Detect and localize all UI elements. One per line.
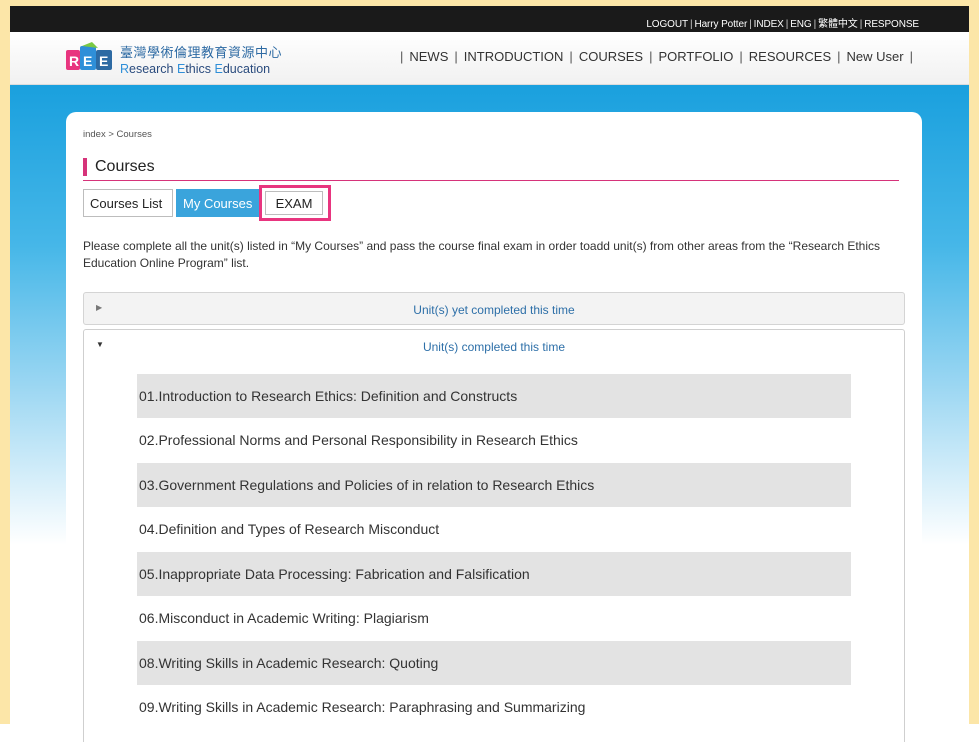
course-item[interactable]: 08.Writing Skills in Academic Research: … (137, 641, 851, 685)
course-item[interactable]: 02.Professional Norms and Personal Respo… (137, 418, 851, 462)
page-title-bar: Courses (83, 158, 899, 181)
svg-text:E: E (99, 53, 108, 69)
tab-courses-list[interactable]: Courses List (83, 189, 173, 217)
accordion-units-pending[interactable]: ▶ Unit(s) yet completed this time (83, 292, 905, 325)
nav-new-user[interactable]: New User (847, 49, 904, 64)
index-link[interactable]: INDEX (754, 19, 784, 30)
nav-resources[interactable]: RESOURCES (749, 49, 831, 64)
course-item[interactable]: 04.Definition and Types of Research Misc… (137, 507, 851, 551)
main-nav: | NEWS | INTRODUCTION | COURSES | PORTFOLIO | RES… (399, 49, 913, 64)
tab-exam[interactable]: EXAM (265, 191, 323, 215)
top-utility-bar: LOGOUT | Harry Potter | INDEX | ENG | 繁體中文 | RESPO… (10, 6, 969, 32)
chinese-link[interactable]: 繁體中文 (818, 19, 858, 30)
response-link[interactable]: RESPONSE (864, 19, 919, 30)
nav-portfolio[interactable]: PORTFOLIO (659, 49, 734, 64)
course-item[interactable]: 06.Misconduct in Academic Writing: Plagi… (137, 596, 851, 640)
accordion-units-completed[interactable]: ▼ Unit(s) completed this time (83, 329, 905, 363)
site-brand[interactable]: 臺灣學術倫理教育資源中心 Research Ethics Education (120, 42, 282, 76)
utility-links: LOGOUT | Harry Potter | INDEX | ENG | 繁體中文 | RESPO… (646, 19, 919, 30)
content-card: index > Courses Courses Courses List My … (66, 112, 922, 752)
course-item[interactable]: 03.Government Regulations and Policies o… (137, 463, 851, 507)
course-item[interactable]: 09.Writing Skills in Academic Research: … (137, 685, 851, 729)
ree-logo-icon[interactable]: R E E (66, 42, 114, 72)
nav-introduction[interactable]: INTRODUCTION (464, 49, 564, 64)
svg-text:R: R (69, 53, 79, 69)
completed-units-panel: 01.Introduction to Research Ethics: Defi… (83, 362, 905, 742)
breadcrumb[interactable]: index > Courses (83, 129, 152, 140)
window-frame-left (0, 0, 10, 724)
nav-news[interactable]: NEWS (409, 49, 448, 64)
window-frame-right (969, 0, 979, 724)
nav-courses[interactable]: COURSES (579, 49, 643, 64)
title-accent-bar (83, 158, 87, 176)
brand-chinese-name: 臺灣學術倫理教育資源中心 (120, 45, 283, 60)
accordion-completed-title[interactable]: Unit(s) completed this time (84, 340, 904, 354)
site-header: R E E 臺灣學術倫理教育資源中心 Research Ethics Educa… (10, 32, 969, 85)
tab-my-courses[interactable]: My Courses (176, 189, 264, 217)
page-title: Courses (95, 158, 155, 175)
logout-link[interactable]: LOGOUT (646, 19, 688, 30)
course-item[interactable]: 01.Introduction to Research Ethics: Defi… (137, 374, 851, 418)
brand-english-name: Research Ethics Education (120, 62, 271, 76)
svg-text:E: E (83, 53, 92, 69)
eng-link[interactable]: ENG (790, 19, 811, 30)
accordion-pending-title[interactable]: Unit(s) yet completed this time (84, 303, 904, 317)
user-name-link[interactable]: Harry Potter (694, 19, 747, 30)
instruction-text: Please complete all the unit(s) listed i… (83, 239, 881, 270)
course-item[interactable]: 05.Inappropriate Data Processing: Fabric… (137, 552, 851, 596)
